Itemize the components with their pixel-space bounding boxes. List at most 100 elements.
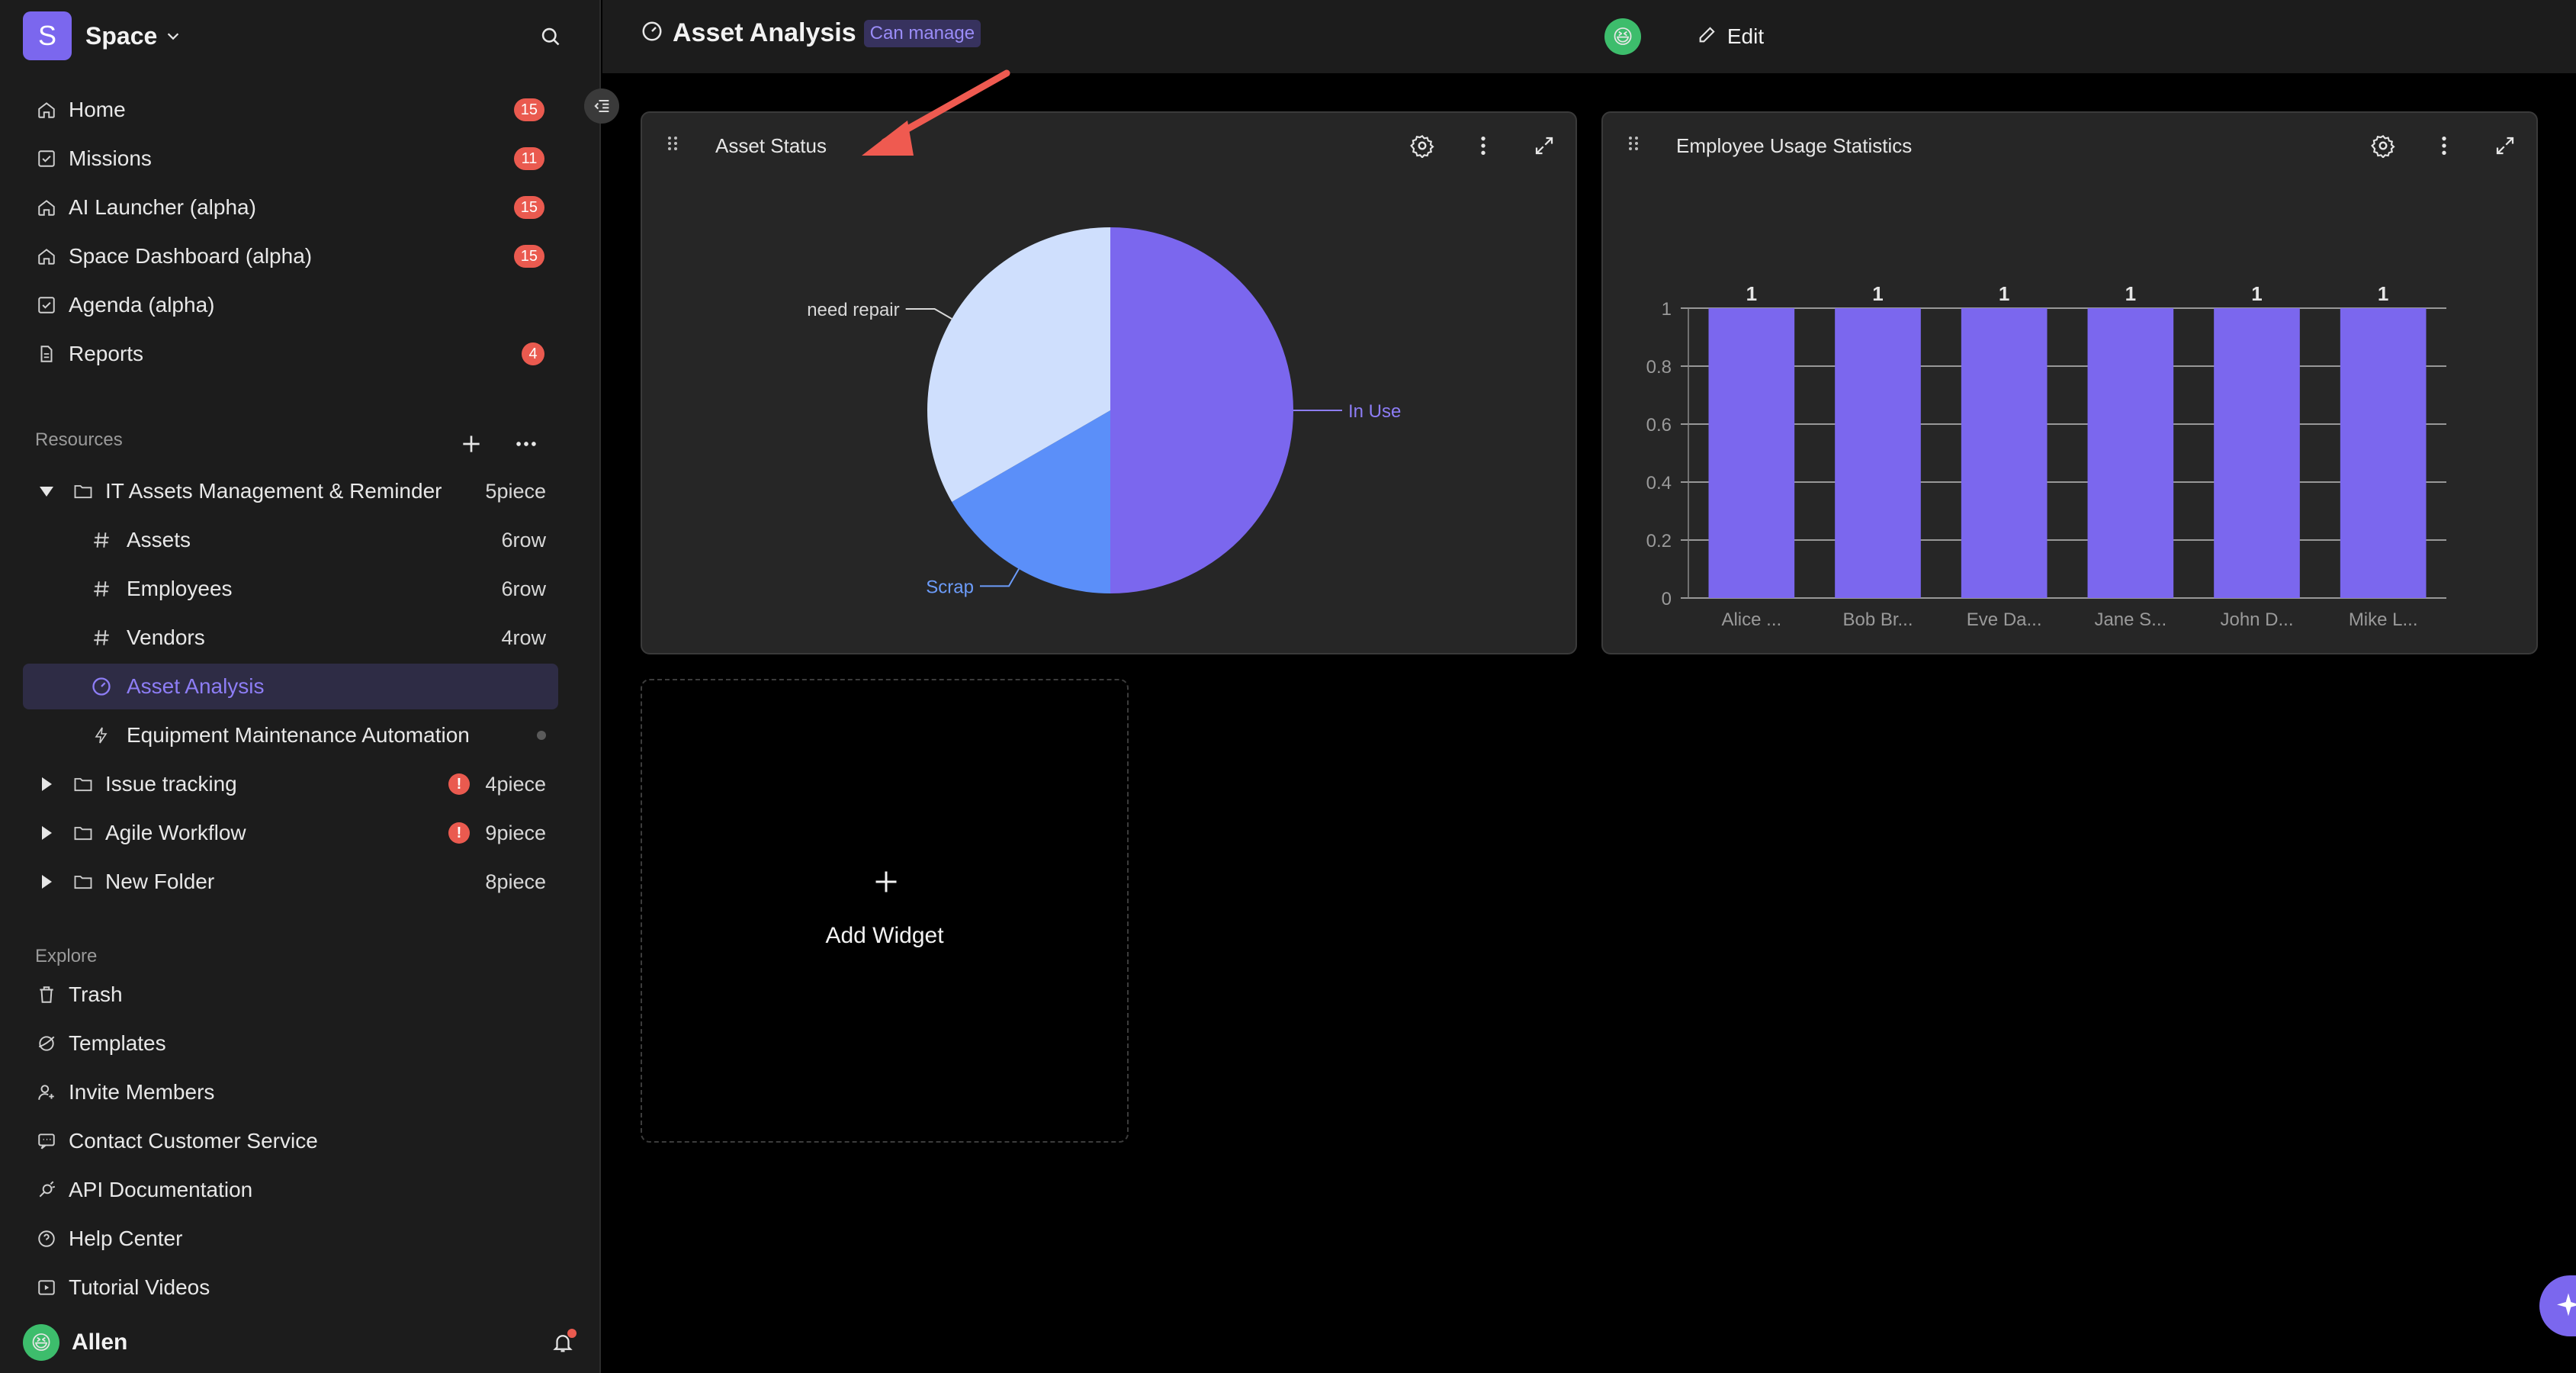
page-title: Asset Analysis xyxy=(673,18,856,47)
folder-icon xyxy=(72,773,95,795)
data-label: 1 xyxy=(1999,282,2009,305)
home-icon xyxy=(34,243,59,269)
folder-label: IT Assets Management & Reminder xyxy=(105,479,442,503)
tree-item-equipment-automation[interactable]: Equipment Maintenance Automation xyxy=(23,712,558,758)
explore-label-text: API Documentation xyxy=(69,1178,253,1201)
folder-new-folder[interactable]: New Folder 8piece xyxy=(23,859,558,905)
bell-icon[interactable] xyxy=(546,1326,580,1359)
warning-icon: ! xyxy=(448,773,470,795)
tree-label: Equipment Maintenance Automation xyxy=(127,723,470,747)
avatar[interactable]: 😆 xyxy=(1604,18,1641,55)
home-icon xyxy=(34,195,59,220)
nav-label: Agenda (alpha) xyxy=(69,293,215,317)
y-tick-label: 0 xyxy=(1662,589,1672,609)
edit-label: Edit xyxy=(1726,24,1765,48)
nav-space-dashboard[interactable]: Space Dashboard (alpha) 15 xyxy=(23,235,557,278)
pie-label-need-repair: need repair xyxy=(807,300,899,320)
home-icon xyxy=(34,97,59,123)
folder-issue-tracking[interactable]: Issue tracking ! 4piece xyxy=(23,761,558,807)
tree-item-asset-analysis[interactable]: Asset Analysis xyxy=(23,664,558,709)
edit-button[interactable]: Edit xyxy=(1681,14,1780,59)
data-label: 1 xyxy=(2125,282,2136,305)
item-count: 9piece xyxy=(485,821,546,844)
pie-label-scrap: Scrap xyxy=(926,577,974,597)
x-tick-label: Mike L... xyxy=(2349,609,2418,630)
explore-tutorials[interactable]: Tutorial Videos xyxy=(23,1266,557,1309)
drag-handle-icon[interactable] xyxy=(1624,134,1643,153)
add-resource-icon[interactable] xyxy=(454,427,488,461)
ai-assistant-button[interactable] xyxy=(2539,1275,2576,1336)
hash-icon xyxy=(90,530,113,550)
widget-asset-status[interactable]: Asset Status In Use Scrap need repair xyxy=(641,111,1577,654)
templates-icon xyxy=(34,1031,59,1056)
permission-badge: Can manage xyxy=(863,19,981,47)
bar xyxy=(1961,308,2048,598)
lightning-icon xyxy=(90,725,113,746)
explore-contact[interactable]: Contact Customer Service xyxy=(23,1120,557,1162)
tree-label: Asset Analysis xyxy=(127,674,265,698)
explore-invite[interactable]: Invite Members xyxy=(23,1071,557,1114)
top-bar: Asset Analysis Can manage 😆 Edit xyxy=(602,0,2576,73)
x-tick-label: Alice ... xyxy=(1721,609,1781,630)
explore-label-text: Contact Customer Service xyxy=(69,1129,318,1153)
more-vertical-icon[interactable] xyxy=(1464,127,1502,165)
drag-handle-icon[interactable] xyxy=(663,134,682,153)
explore-trash[interactable]: Trash xyxy=(23,973,557,1016)
explore-label-text: Trash xyxy=(69,982,123,1006)
nav-ai-launcher[interactable]: AI Launcher (alpha) 15 xyxy=(23,186,557,229)
sidebar: S Space Home 15 Missions 11 AI Launcher … xyxy=(0,0,601,1373)
x-tick-label: John D... xyxy=(2220,609,2293,630)
notification-dot xyxy=(567,1329,577,1338)
search-icon[interactable] xyxy=(534,20,567,53)
count-badge: 11 xyxy=(514,147,544,170)
add-widget-card[interactable]: Add Widget xyxy=(641,679,1129,1143)
chat-icon xyxy=(34,1128,59,1154)
checkbox-icon xyxy=(34,146,59,172)
trash-icon xyxy=(34,982,59,1008)
nav-agenda[interactable]: Agenda (alpha) xyxy=(23,284,557,326)
tree-item-vendors[interactable]: Vendors 4row xyxy=(23,615,558,661)
widget-title: Employee Usage Statistics xyxy=(1676,134,1913,157)
pie-leader-need-repair xyxy=(905,308,952,320)
folder-label: Issue tracking xyxy=(105,772,237,796)
explore-api[interactable]: API Documentation xyxy=(23,1169,557,1211)
nav-reports[interactable]: Reports 4 xyxy=(23,333,557,375)
warning-icon: ! xyxy=(448,822,470,844)
expand-icon[interactable] xyxy=(1525,127,1563,165)
tree-label: Assets xyxy=(127,528,191,551)
explore-help[interactable]: Help Center xyxy=(23,1217,557,1260)
more-icon[interactable] xyxy=(509,427,543,461)
tree-item-employees[interactable]: Employees 6row xyxy=(23,566,558,612)
nav-label: AI Launcher (alpha) xyxy=(69,195,256,219)
nav-missions[interactable]: Missions 11 xyxy=(23,137,557,180)
data-label: 1 xyxy=(2251,282,2262,305)
user-profile[interactable]: 😆 Allen xyxy=(23,1321,580,1364)
triangle-right-icon[interactable] xyxy=(35,775,58,793)
item-count: 8piece xyxy=(485,870,546,893)
tree-item-assets[interactable]: Assets 6row xyxy=(23,517,558,563)
widget-employee-usage[interactable]: Employee Usage Statistics 0 0.2 0.4 0.6 0.8 1… xyxy=(1601,111,2538,654)
expand-icon[interactable] xyxy=(2486,127,2524,165)
triangle-right-icon[interactable] xyxy=(35,824,58,842)
help-icon xyxy=(34,1226,59,1252)
folder-icon xyxy=(72,822,95,844)
settings-icon[interactable] xyxy=(2364,127,2402,165)
folder-icon xyxy=(72,871,95,892)
sparkle-icon xyxy=(2557,1293,2576,1317)
plus-icon xyxy=(868,863,904,900)
triangle-right-icon[interactable] xyxy=(35,873,58,891)
triangle-down-icon[interactable] xyxy=(35,482,58,500)
space-switcher[interactable]: S Space xyxy=(23,11,183,61)
folder-it-assets[interactable]: IT Assets Management & Reminder 5piece xyxy=(23,468,558,514)
add-widget-label: Add Widget xyxy=(825,923,944,948)
item-count: 5piece xyxy=(485,479,546,503)
explore-label-text: Templates xyxy=(69,1031,166,1055)
nav-home[interactable]: Home 15 xyxy=(23,88,557,131)
pie-label-in-use: In Use xyxy=(1348,401,1401,422)
more-vertical-icon[interactable] xyxy=(2425,127,2463,165)
data-label: 1 xyxy=(1872,282,1883,305)
folder-agile-workflow[interactable]: Agile Workflow ! 9piece xyxy=(23,810,558,856)
settings-icon[interactable] xyxy=(1403,127,1441,165)
explore-templates[interactable]: Templates xyxy=(23,1022,557,1065)
collapse-sidebar-icon[interactable] xyxy=(584,88,619,124)
